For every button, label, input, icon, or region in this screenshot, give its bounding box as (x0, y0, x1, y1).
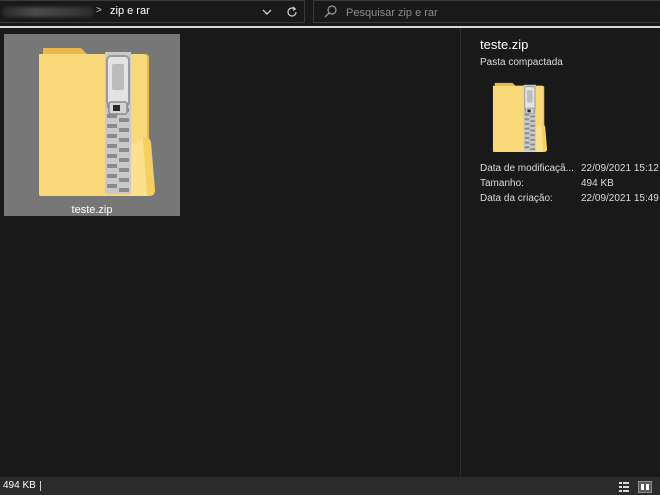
property-row-modified: Data de modificaçã... 22/09/2021 15:12 (480, 163, 660, 177)
property-label: Data de modificaçã... (480, 163, 574, 174)
status-separator (40, 481, 41, 491)
property-row-created: Data da criação: 22/09/2021 15:49 (480, 193, 660, 207)
breadcrumb-current-folder[interactable]: zip e rar (110, 5, 150, 17)
chevron-right-icon[interactable]: > (96, 5, 102, 16)
refresh-icon[interactable] (283, 3, 301, 21)
file-list-pane[interactable]: teste.zip (0, 28, 460, 477)
details-file-type: Pasta compactada (480, 57, 563, 68)
property-row-size: Tamanho: 494 KB (480, 178, 660, 192)
address-bar[interactable]: > zip e rar (0, 0, 305, 23)
file-item-teste-zip[interactable]: teste.zip (4, 34, 180, 216)
details-view-icon[interactable] (618, 480, 630, 493)
blurred-path-segment (2, 7, 94, 17)
status-bar: 494 KB (0, 477, 660, 495)
details-pane: teste.zip Pasta compactada Data de modif… (461, 28, 660, 477)
property-value: 22/09/2021 15:12 (581, 163, 659, 174)
property-label: Data da criação: (480, 193, 553, 204)
zip-folder-icon (37, 42, 157, 198)
navigation-bar: > zip e rar (0, 0, 660, 26)
property-label: Tamanho: (480, 178, 524, 189)
file-name-label[interactable]: teste.zip (4, 204, 180, 216)
tiles-view-icon[interactable] (637, 480, 653, 494)
details-file-name: teste.zip (480, 37, 529, 52)
chevron-down-icon[interactable] (259, 3, 275, 21)
selection-size-text: 494 KB (3, 480, 36, 491)
property-value: 494 KB (581, 178, 614, 189)
file-explorer-window: > zip e rar teste.zip teste.zip Pasta co… (0, 0, 660, 495)
search-box[interactable] (313, 0, 660, 23)
search-icon (323, 4, 339, 20)
zip-folder-icon (492, 80, 548, 153)
search-input[interactable] (344, 2, 648, 23)
property-value: 22/09/2021 15:49 (581, 193, 659, 204)
